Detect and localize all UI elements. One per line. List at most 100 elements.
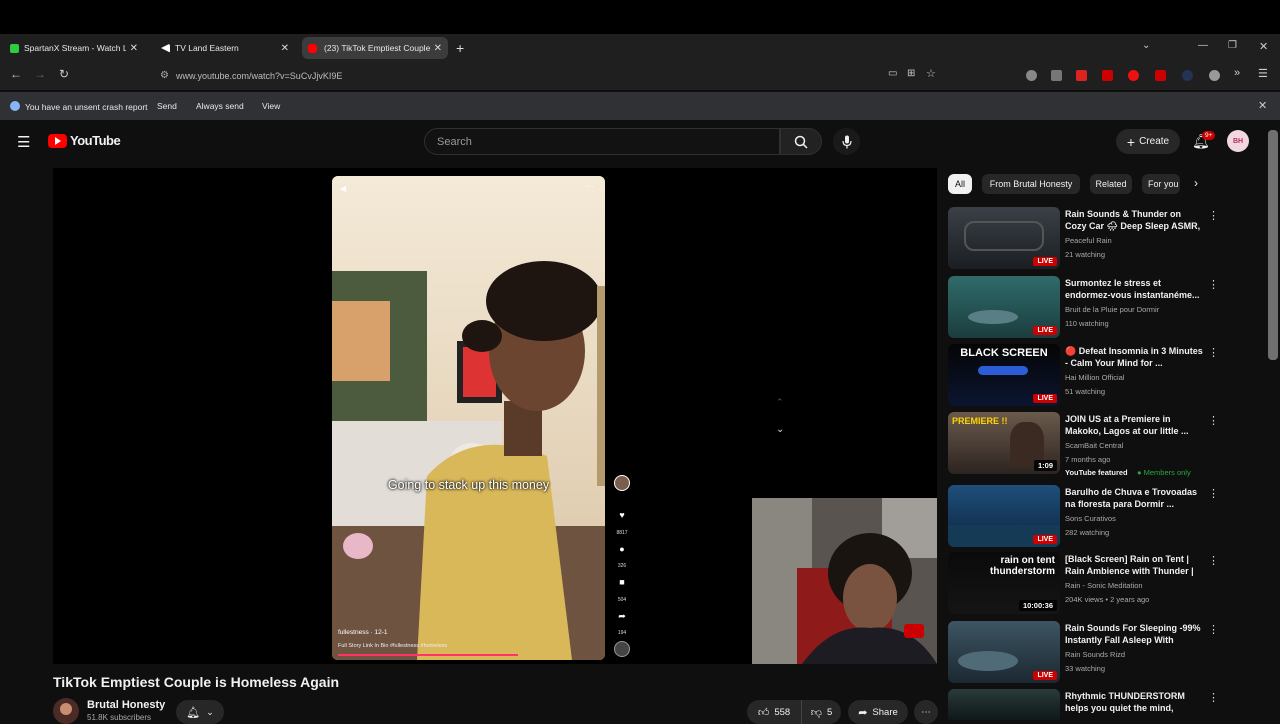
tab-spartanx[interactable]: SpartanX Stream - Watch Live c ✕ [4, 37, 144, 59]
recommendation-item[interactable]: PREMIERE !! 1:09 JOIN US at a Premiere i… [948, 412, 1219, 480]
more-vertical-icon[interactable]: ⋮ [1208, 346, 1219, 359]
video-thumbnail[interactable]: LIVE [948, 276, 1060, 338]
extension-record-icon[interactable] [1128, 70, 1139, 81]
scroll-down-chevron-icon[interactable]: ⌄ [776, 424, 784, 435]
search-input[interactable]: Search [424, 128, 780, 155]
recommendation-title[interactable]: 🔴 Defeat Insomnia in 3 Minutes - Calm Yo… [1065, 345, 1203, 369]
share-arrow-icon[interactable]: ➦ [613, 611, 631, 622]
mute-icon[interactable]: ◀︎ [340, 184, 346, 193]
voice-search-button[interactable] [833, 128, 860, 155]
tab-youtube[interactable]: (23) TikTok Emptiest Couple ✕ [302, 37, 448, 59]
video-thumbnail[interactable]: LIVE [948, 207, 1060, 269]
recommendation-title[interactable]: Barulho de Chuva e Trovoadas na floresta… [1065, 486, 1203, 510]
extension-puzzle-icon[interactable] [1051, 70, 1062, 81]
view-button[interactable]: View [255, 98, 287, 114]
recommendation-item[interactable]: LIVE Barulho de Chuva e Trovoadas na flo… [948, 485, 1219, 547]
avatar[interactable]: BH [1227, 130, 1249, 152]
subscribed-button[interactable]: 🔔︎ ⌄ [176, 700, 224, 724]
video-thumbnail[interactable]: BLACK SCREEN LIVE [948, 344, 1060, 406]
recommendation-item[interactable]: BLACK SCREEN LIVE 🔴 Defeat Insomnia in 3… [948, 344, 1219, 406]
recommendation-channel[interactable]: ScamBait Central [1065, 441, 1123, 450]
forward-arrow-icon[interactable]: → [31, 67, 49, 81]
more-vertical-icon[interactable]: ⋮ [1208, 691, 1219, 704]
channel-name[interactable]: Brutal Honesty [87, 699, 165, 711]
restore-button[interactable]: ❐ [1228, 40, 1237, 51]
recommendation-channel[interactable]: Rain Sounds Rizd [1065, 650, 1125, 659]
chip-from-brutal-honesty[interactable]: From Brutal Honesty [982, 174, 1080, 194]
recommendation-item[interactable]: LIVE Surmontez le stress et endormez-vou… [948, 276, 1219, 338]
recommendation-channel[interactable]: Peaceful Rain [1065, 236, 1112, 245]
video-thumbnail[interactable]: rain on tent thunderstorm 10:00:36 [948, 552, 1060, 614]
back-arrow-icon[interactable]: ← [7, 67, 25, 81]
tab-close-icon[interactable]: ✕ [130, 43, 138, 54]
hamburger-menu-icon[interactable]: ☰ [17, 133, 30, 151]
tab-close-icon[interactable]: ✕ [434, 43, 442, 54]
extension-blue-icon[interactable] [1182, 70, 1193, 81]
more-options-icon[interactable]: ⋯ [586, 182, 594, 191]
bookmark-star-icon[interactable]: ☆ [926, 67, 936, 80]
extension-gear-icon[interactable] [1209, 70, 1220, 81]
channel-avatar[interactable] [53, 698, 79, 724]
recommendation-title[interactable]: JOIN US at a Premiere in Makoko, Lagos a… [1065, 413, 1203, 437]
close-window-button[interactable]: ✕ [1259, 40, 1268, 53]
infobar-close-icon[interactable]: ✕ [1258, 99, 1267, 112]
tab-tvland[interactable]: TV Land Eastern ✕ [155, 37, 295, 59]
extension-red-icon[interactable] [1076, 70, 1087, 81]
search-button[interactable] [780, 128, 822, 155]
video-thumbnail[interactable]: LIVE [948, 621, 1060, 683]
dislike-button[interactable]: 👎︎ 5 [801, 700, 841, 724]
recommendation-title[interactable]: [Black Screen] Rain on Tent | Rain Ambie… [1065, 553, 1203, 578]
recommendation-channel[interactable]: Bruit de la Pluie pour Dormir [1065, 305, 1159, 314]
more-vertical-icon[interactable]: ⋮ [1208, 278, 1219, 291]
recommendation-channel[interactable]: Rain - Sonic Meditation [1065, 581, 1143, 590]
new-tab-button[interactable]: + [456, 40, 464, 56]
chip-for-you[interactable]: For you [1142, 174, 1180, 194]
video-thumbnail[interactable] [948, 689, 1060, 720]
minimize-button[interactable]: — [1198, 40, 1208, 51]
recommendation-title[interactable]: Rain Sounds For Sleeping -99% Instantly … [1065, 622, 1203, 647]
tab-close-icon[interactable]: ✕ [281, 43, 289, 54]
youtube-logo[interactable]: YouTube [48, 133, 121, 148]
browser-menu-icon[interactable]: ☰ [1258, 67, 1268, 80]
more-vertical-icon[interactable]: ⋮ [1208, 623, 1219, 636]
chips-next-chevron-icon[interactable]: › [1194, 176, 1198, 190]
comment-icon[interactable]: ● [613, 544, 631, 554]
more-vertical-icon[interactable]: ⋮ [1208, 554, 1219, 567]
share-button[interactable]: ➦ Share [848, 700, 908, 724]
recommendation-item[interactable]: rain on tent thunderstorm 10:00:36 [Blac… [948, 552, 1219, 614]
like-button[interactable]: 👍︎ 558 [747, 700, 801, 724]
extensions-overflow-icon[interactable]: » [1234, 67, 1240, 79]
recommendation-item[interactable]: LIVE Rain Sounds & Thunder on Cozy Car 🌧… [948, 207, 1219, 269]
heart-icon[interactable]: ♥ [613, 510, 631, 520]
send-button[interactable]: Send [150, 98, 184, 114]
video-thumbnail[interactable]: PREMIERE !! 1:09 [948, 412, 1060, 474]
install-app-icon[interactable]: ⊞ [907, 68, 915, 79]
reload-icon[interactable]: ↻ [55, 67, 73, 81]
extension-adblock-icon[interactable] [1102, 70, 1113, 81]
page-scrollbar[interactable] [1268, 130, 1278, 360]
recommendation-item[interactable]: LIVE Rain Sounds For Sleeping -99% Insta… [948, 621, 1219, 683]
video-thumbnail[interactable]: LIVE [948, 485, 1060, 547]
extension-youtube-icon[interactable] [1155, 70, 1166, 81]
scroll-up-chevron-icon[interactable]: ⌃ [776, 397, 784, 408]
video-progress-bar[interactable] [338, 654, 518, 656]
create-button[interactable]: + Create [1116, 129, 1180, 154]
cast-icon[interactable]: ▭ [888, 68, 897, 79]
recommendation-title[interactable]: Surmontez le stress et endormez-vous ins… [1065, 277, 1203, 301]
more-actions-button[interactable]: ⋯ [914, 700, 938, 724]
chip-related[interactable]: Related [1090, 174, 1132, 194]
recommendation-title[interactable]: Rhythmic THUNDERSTORM helps you quiet th… [1065, 690, 1203, 715]
save-bookmark-icon[interactable]: ■ [613, 577, 631, 587]
recommendation-item[interactable]: Rhythmic THUNDERSTORM helps you quiet th… [948, 689, 1219, 720]
more-vertical-icon[interactable]: ⋮ [1208, 487, 1219, 500]
always-send-button[interactable]: Always send [189, 98, 251, 114]
chip-all[interactable]: All [948, 174, 972, 194]
tab-search-chevron-icon[interactable]: ⌄ [1142, 40, 1150, 51]
recommendation-channel[interactable]: Sons Curativos [1065, 514, 1116, 523]
more-vertical-icon[interactable]: ⋮ [1208, 209, 1219, 222]
profile-extension-icon[interactable] [1026, 70, 1037, 81]
creator-avatar[interactable] [614, 475, 630, 491]
more-vertical-icon[interactable]: ⋮ [1208, 414, 1219, 427]
tiktok-video-frame[interactable]: ◀︎ ⋯ fullestness · 12-1 Full Story Link … [332, 176, 605, 660]
url-field[interactable]: ⚙ www.youtube.com/watch?v=SuCvJjvKI9E [152, 66, 942, 86]
